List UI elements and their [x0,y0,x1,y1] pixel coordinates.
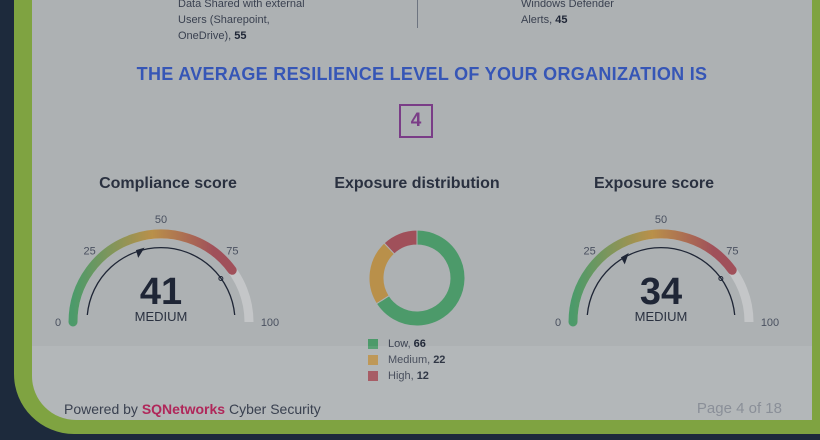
resilience-headline: THE AVERAGE RESILIENCE LEVEL OF YOUR ORG… [136,64,708,84]
gauge-tick-50: 50 [655,214,667,226]
gauge-tick-0: 0 [55,317,61,329]
gauge-tick-25: 25 [583,246,595,258]
divider [417,0,418,28]
metric-text: Alerts, 45 [521,14,568,26]
metric-defender-alerts: Windows Defender Alerts, 45 [521,0,614,28]
gauge-tick-75: 75 [226,246,238,258]
gauge-pointer [135,247,145,258]
brand-name: SQNetworks [141,401,226,417]
metric-text: Windows Defender [521,0,614,10]
exposure-score-title: Exposure score [593,175,715,192]
metric-text: Users (Sharepoint, [178,14,270,26]
donut-slice-medium [368,242,396,305]
metric-external-sharing: Data Shared with external Users (Sharepo… [178,0,305,44]
compliance-score-value: 41 [140,271,182,313]
page-number: Page 4 of 18 [696,400,782,417]
gauge-tick-75: 75 [726,246,738,258]
metric-text: Data Shared with external [178,0,305,10]
metric-value: 45 [555,14,568,26]
gauge-tick-0: 0 [555,317,561,329]
resilience-level-badge: 4 [399,104,433,138]
metric-text: OneDrive), 55 [178,30,247,42]
compliance-score-title: Compliance score [99,175,237,192]
exposure-distribution-donut [368,229,466,327]
exposure-distribution-title: Exposure distribution [334,175,500,192]
report-page: Data Shared with external Users (Sharepo… [32,0,812,420]
exposure-level-label: MEDIUM [635,309,688,324]
gauge-tick-25: 25 [83,246,95,258]
gauge-tick-100: 100 [761,317,779,329]
compliance-level-label: MEDIUM [135,309,188,324]
powered-by: Powered by SQNetworks Cyber Security [64,401,321,417]
metric-value: 55 [234,30,247,42]
exposure-score-value: 34 [640,271,682,313]
exposure-gauge: 0 25 50 75 100 34 MEDIUM [555,214,779,329]
compliance-gauge: 0 25 50 75 100 41 MEDIUM [55,214,279,329]
gauge-tick-100: 100 [261,317,279,329]
gauge-tick-50: 50 [155,214,167,226]
gauge-pointer [620,252,629,265]
